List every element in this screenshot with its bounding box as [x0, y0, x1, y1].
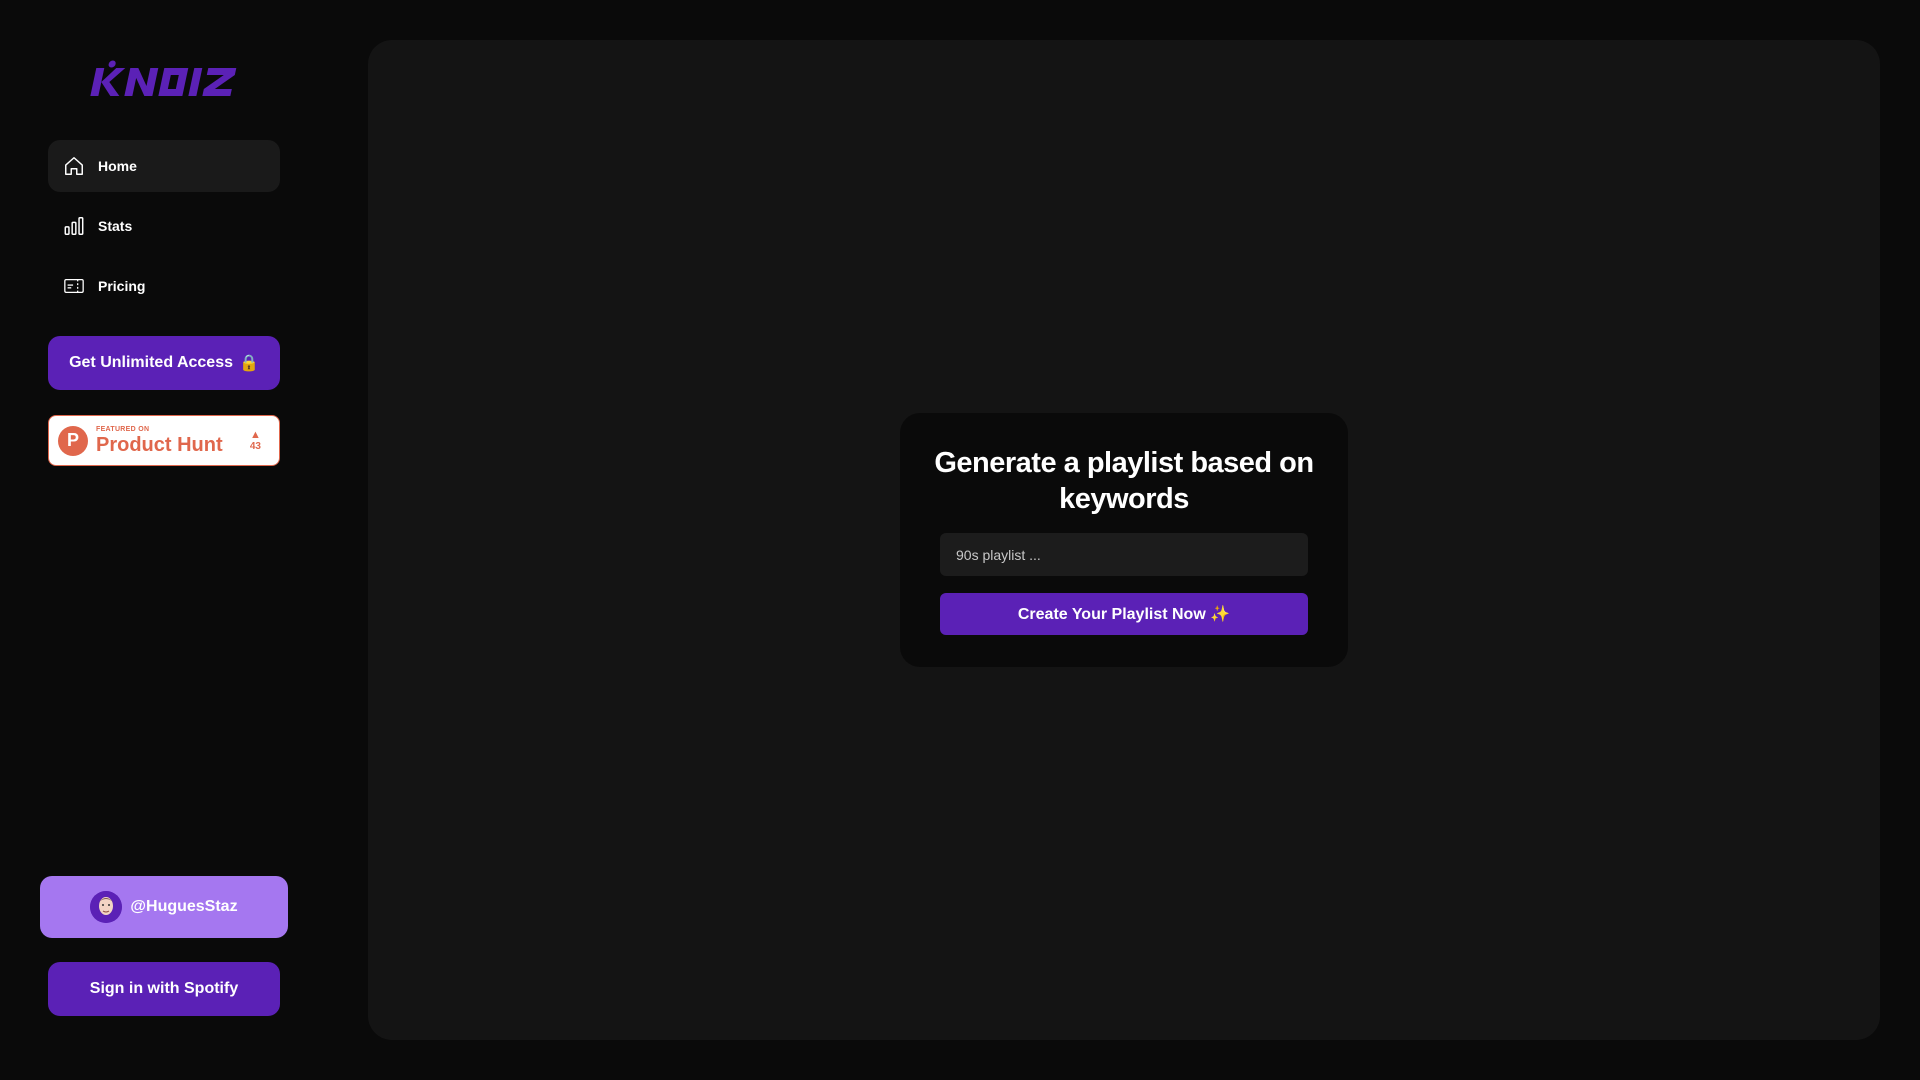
sign-in-spotify-button[interactable]: Sign in with Spotify — [48, 962, 280, 1016]
sidebar-item-label: Pricing — [98, 278, 146, 294]
app: Home Stats Pricing Get Unlimited Access … — [0, 0, 1920, 1080]
product-hunt-logo-icon: P — [58, 425, 88, 456]
product-hunt-badge[interactable]: P FEATURED ON Product Hunt ▲ 43 — [48, 415, 280, 466]
sidebar-item-label: Home — [98, 158, 137, 174]
avatar — [90, 891, 123, 923]
vote-count: 43 — [249, 440, 261, 452]
lock-icon: 🔒 — [238, 355, 259, 372]
playlist-generator-card: Generate a playlist based on keywords Cr… — [900, 413, 1348, 667]
sidebar-item-stats[interactable]: Stats — [48, 200, 280, 252]
home-icon — [62, 154, 86, 178]
knoiz-logo[interactable] — [86, 60, 244, 102]
sidebar-item-pricing[interactable]: Pricing — [48, 260, 280, 312]
keywords-input[interactable] — [940, 533, 1308, 576]
sidebar-item-label: Stats — [98, 218, 133, 234]
product-hunt-name: Product Hunt — [96, 433, 223, 456]
knoiz-logo-mark — [90, 60, 237, 96]
upvote-arrow-icon: ▲ — [249, 428, 261, 441]
user-handle: @HuguesStaz — [130, 898, 238, 915]
sidebar-item-home[interactable]: Home — [48, 140, 280, 192]
featured-on-label: FEATURED ON — [96, 425, 150, 433]
upvote-count: ▲ 43 — [250, 429, 261, 453]
card-title: Generate a playlist based on keywords — [934, 447, 1314, 515]
unlimited-label: Get Unlimited Access — [69, 354, 233, 371]
create-playlist-button[interactable]: Create Your Playlist Now ✨ — [940, 593, 1308, 635]
user-profile-button[interactable]: @HuguesStaz — [40, 876, 288, 938]
ticket-icon — [62, 274, 86, 298]
main-panel: Generate a playlist based on keywords Cr… — [368, 40, 1880, 1040]
sidebar: Home Stats Pricing Get Unlimited Access … — [0, 0, 330, 1080]
bar-chart-icon — [62, 214, 86, 238]
product-hunt-text: FEATURED ON Product Hunt — [96, 426, 223, 456]
get-unlimited-access-button[interactable]: Get Unlimited Access 🔒 — [48, 336, 280, 390]
